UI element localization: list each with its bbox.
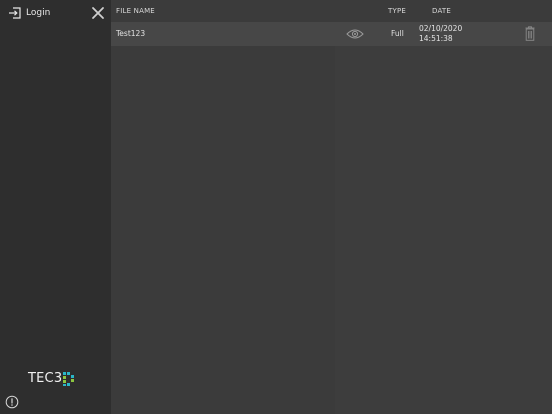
delete-button[interactable] (525, 26, 535, 41)
sidebar: Login TEC3 (0, 0, 111, 414)
close-icon (92, 7, 104, 19)
login-icon (9, 7, 21, 19)
info-icon (5, 395, 19, 409)
eye-icon (346, 29, 364, 39)
panel-background-shade (335, 22, 552, 414)
header-date: DATE (432, 7, 452, 15)
file-time: 14:51:38 (419, 34, 453, 43)
file-date-cell: 02/10/2020 14:51:38 (419, 24, 462, 44)
header-file-name: FILE NAME (116, 7, 155, 15)
app-window: Login TEC3 FILE NAME TYPE DATE Test123 F… (0, 0, 552, 414)
table-row[interactable]: Test123 Full 02/10/2020 14:51:38 (111, 22, 552, 46)
view-button[interactable] (346, 28, 364, 40)
info-button[interactable] (5, 395, 19, 409)
file-list-panel: FILE NAME TYPE DATE Test123 Full 02/10/2… (111, 0, 552, 414)
file-name-cell: Test123 (116, 29, 146, 38)
header-type: TYPE (388, 7, 406, 15)
close-button[interactable] (90, 5, 106, 21)
login-button[interactable]: Login (8, 6, 50, 20)
trash-icon (525, 26, 535, 41)
logo-text: TEC3 (28, 371, 63, 386)
login-label: Login (26, 8, 51, 18)
tec3d-logo: TEC3 (28, 369, 75, 389)
file-date: 02/10/2020 (419, 24, 463, 33)
logo-mark-icon (63, 372, 75, 386)
file-type-cell: Full (391, 29, 404, 38)
